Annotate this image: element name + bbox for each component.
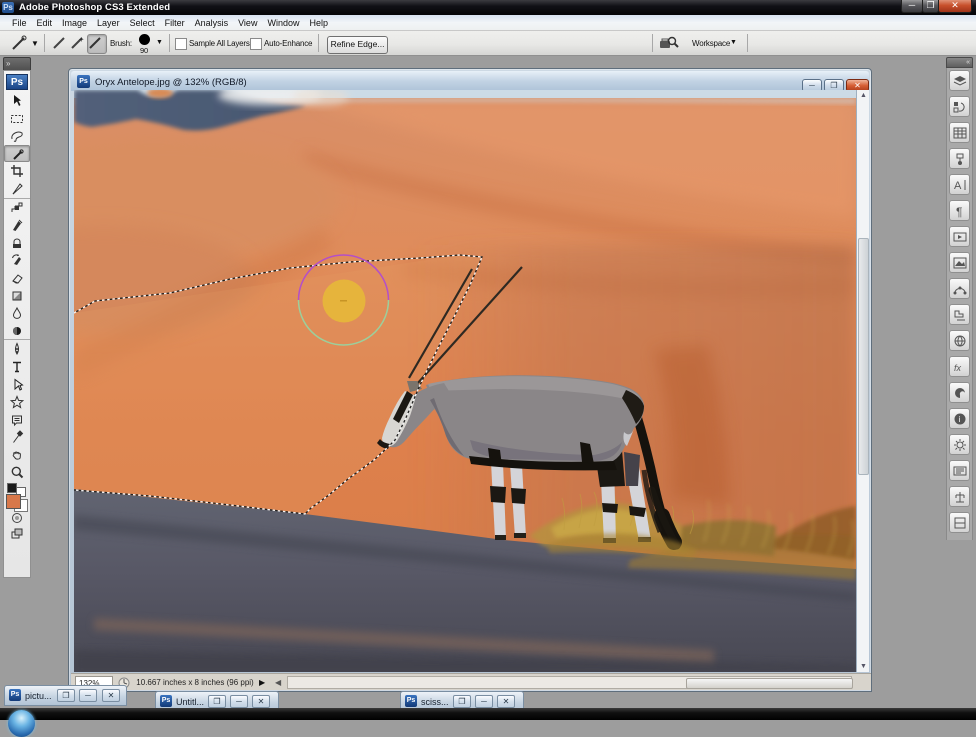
svg-text:A: A xyxy=(954,180,962,192)
svg-text:i: i xyxy=(959,415,961,424)
svg-text:+: + xyxy=(79,35,84,44)
svg-text:¶: ¶ xyxy=(956,205,962,218)
svg-text:fx: fx xyxy=(954,363,962,373)
